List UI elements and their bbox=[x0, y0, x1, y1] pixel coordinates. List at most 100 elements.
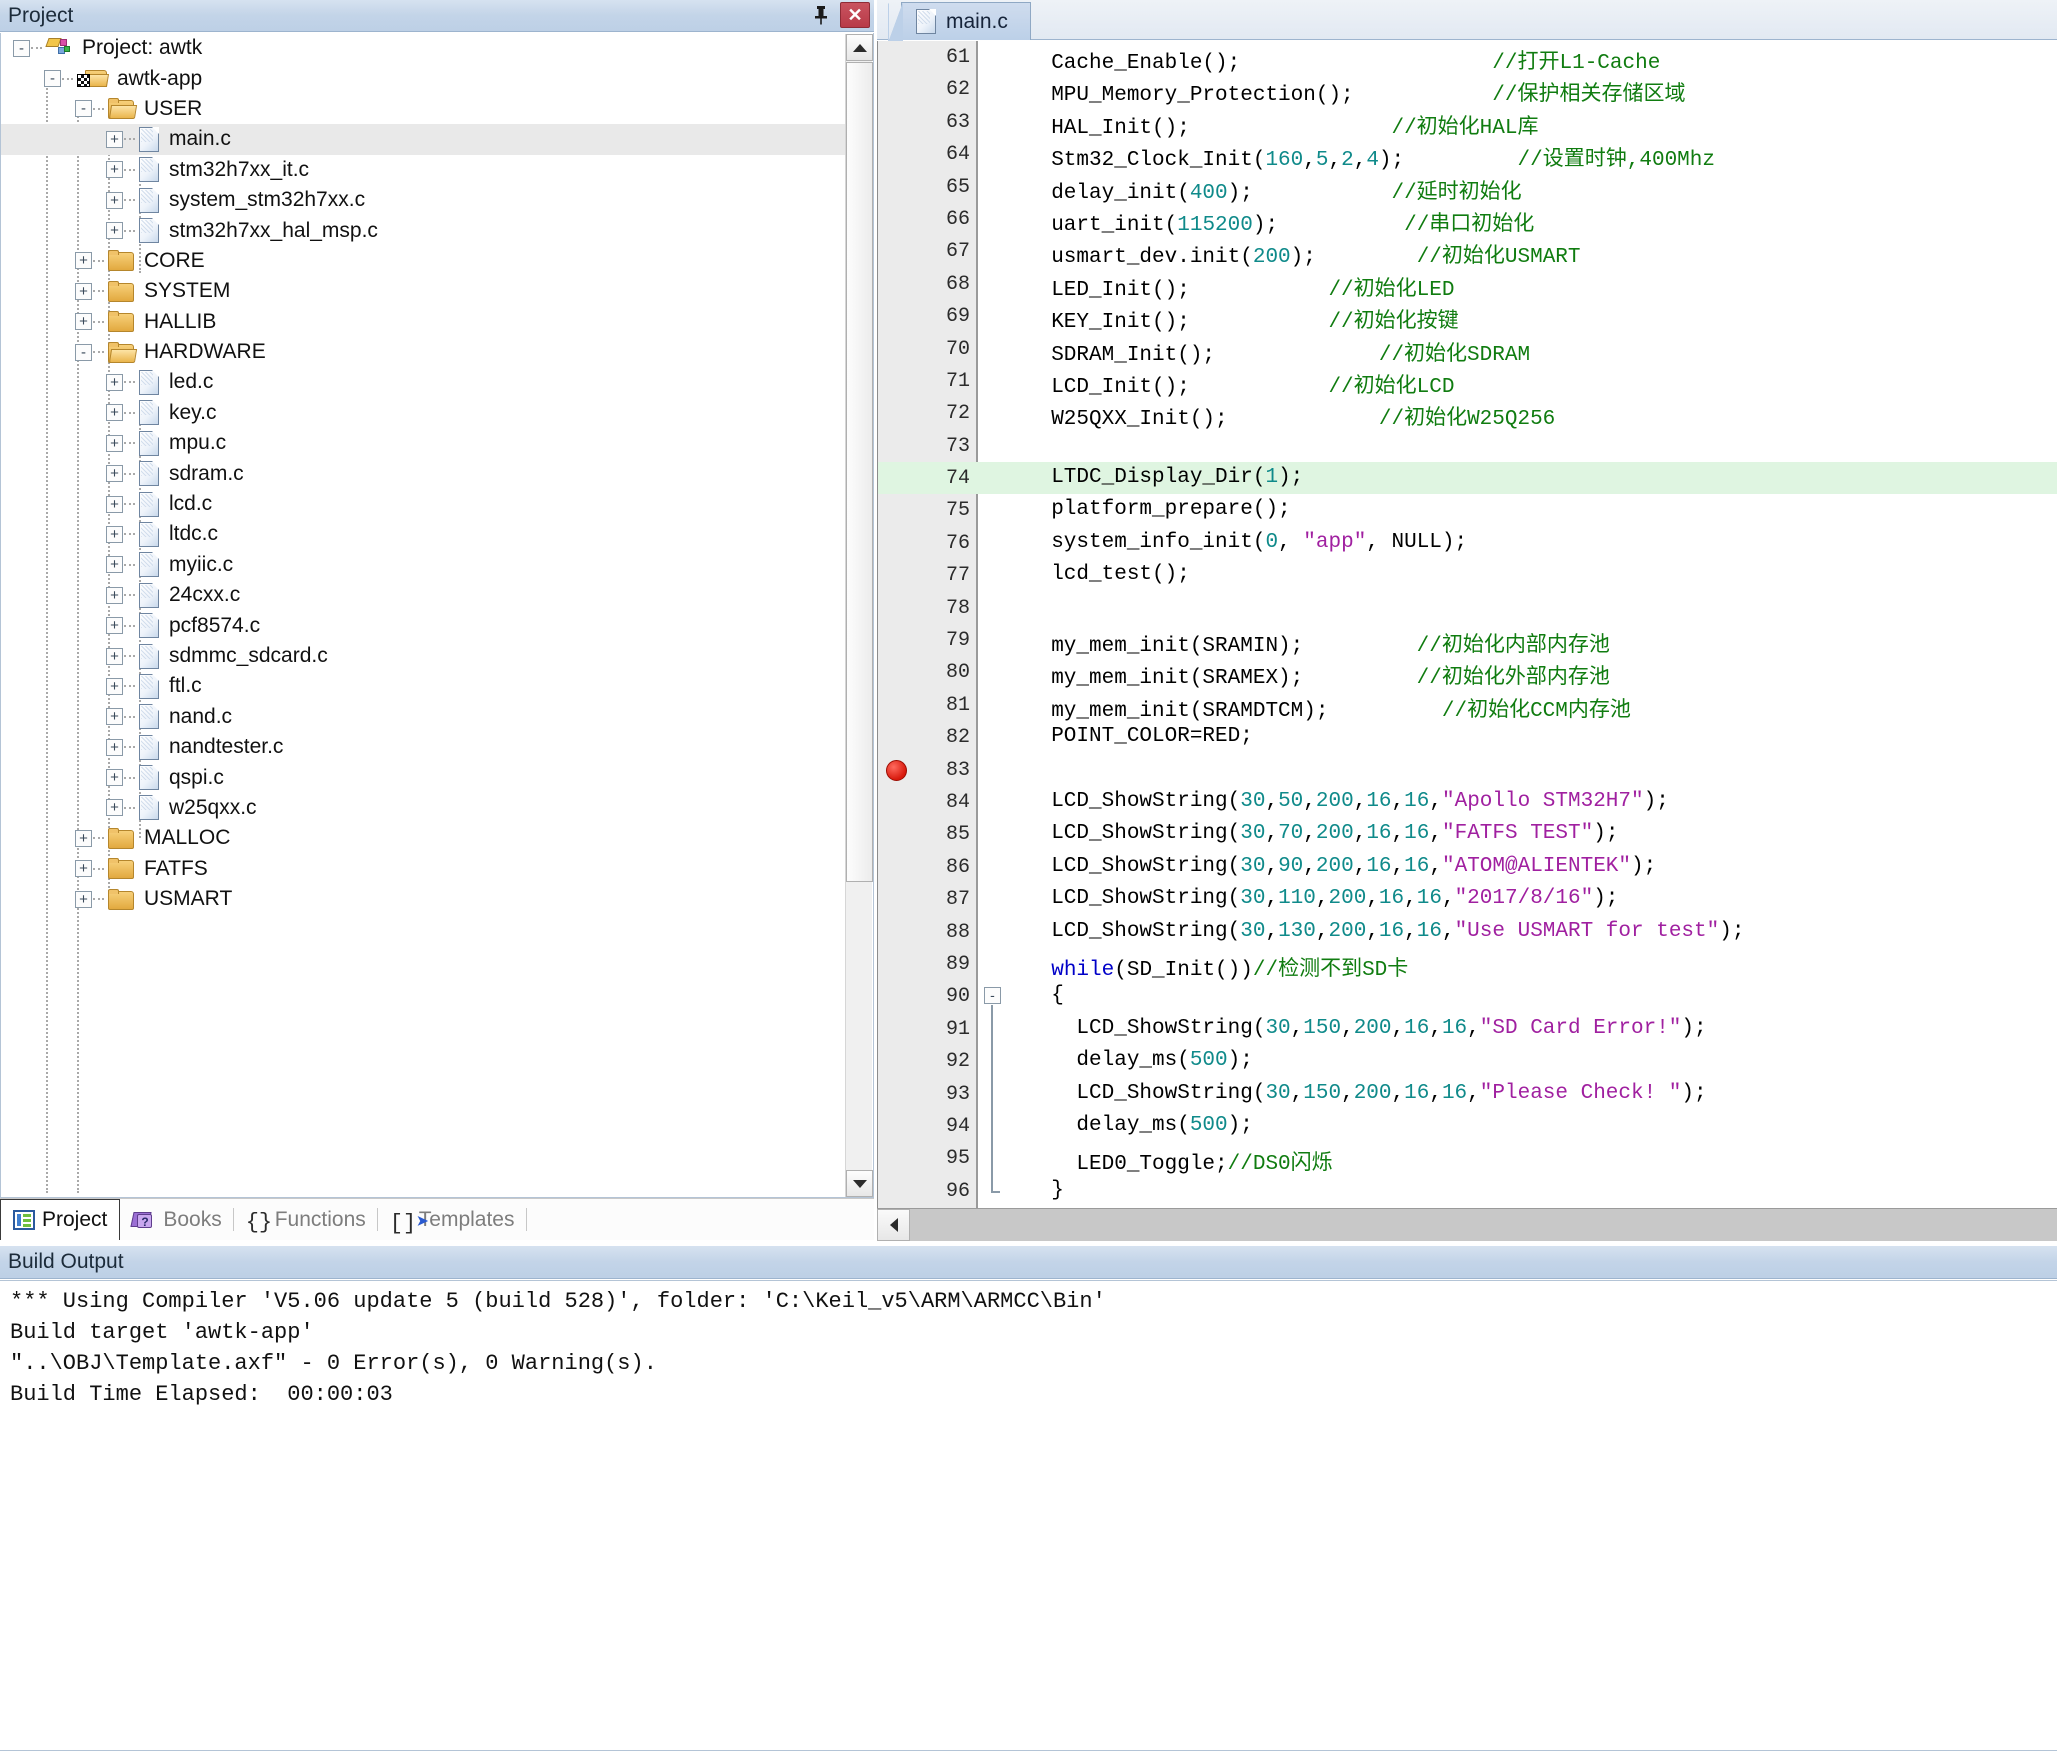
code-line[interactable]: 70 SDRAM_Init(); //初始化SDRAM bbox=[878, 333, 2057, 367]
pane-tab-functions[interactable]: {} Functions bbox=[234, 1199, 378, 1240]
tree-file-item[interactable]: + stm32h7xx_it.c bbox=[1, 155, 846, 185]
code-line[interactable]: 96 } bbox=[878, 1175, 2057, 1207]
code-line[interactable]: 87 LCD_ShowString(30,110,200,16,16,"2017… bbox=[878, 883, 2057, 915]
scroll-down-arrow-icon[interactable] bbox=[846, 1170, 873, 1197]
close-icon[interactable]: ✕ bbox=[840, 2, 870, 28]
code-line[interactable]: 79 my_mem_init(SRAMIN); //初始化内部内存池 bbox=[878, 624, 2057, 658]
editor-tab-main-c[interactable]: main.c bbox=[888, 2, 1031, 41]
code-line[interactable]: 93 LCD_ShowString(30,150,200,16,16,"Plea… bbox=[878, 1078, 2057, 1110]
code-editor[interactable]: 61 Cache_Enable(); //打开L1-Cache 62 MPU_Me… bbox=[877, 41, 2057, 1208]
expand-toggle-icon[interactable]: + bbox=[106, 617, 123, 635]
tree-folder-item[interactable]: + USMART bbox=[1, 884, 846, 914]
code-line[interactable]: 75 platform_prepare(); bbox=[878, 494, 2057, 526]
expand-toggle-icon[interactable]: + bbox=[106, 465, 123, 483]
project-tree[interactable]: - Project: awtk - awtk-app - USER + main.c + stm3… bbox=[1, 33, 846, 1196]
tree-file-item[interactable]: + system_stm32h7xx.c bbox=[1, 185, 846, 215]
editor-horizontal-scrollbar[interactable] bbox=[877, 1208, 2057, 1241]
tree-file-item[interactable]: + ltdc.c bbox=[1, 519, 846, 549]
breakpoint-marker[interactable] bbox=[886, 759, 907, 781]
tree-file-item[interactable]: + mpu.c bbox=[1, 428, 846, 458]
project-tree-scrollbar[interactable] bbox=[845, 34, 873, 1197]
tree-file-item[interactable]: + led.c bbox=[1, 367, 846, 397]
expand-toggle-icon[interactable]: + bbox=[106, 738, 123, 756]
tree-file-item[interactable]: + w25qxx.c bbox=[1, 793, 846, 823]
code-line[interactable]: 63 HAL_Init(); //初始化HAL库 bbox=[878, 106, 2057, 140]
code-line[interactable]: 78 bbox=[878, 592, 2057, 624]
code-line[interactable]: 67 usmart_dev.init(200); //初始化USMART bbox=[878, 235, 2057, 269]
tree-file-item[interactable]: + qspi.c bbox=[1, 762, 846, 792]
code-line[interactable]: 91 LCD_ShowString(30,150,200,16,16,"SD C… bbox=[878, 1013, 2057, 1045]
expand-toggle-icon[interactable]: + bbox=[106, 495, 123, 513]
tree-folder-item[interactable]: + HALLIB bbox=[1, 307, 846, 337]
expand-toggle-icon[interactable]: + bbox=[75, 829, 92, 847]
build-output-text[interactable]: *** Using Compiler 'V5.06 update 5 (buil… bbox=[0, 1280, 2057, 1751]
expand-toggle-icon[interactable]: + bbox=[75, 252, 92, 270]
expand-toggle-icon[interactable]: + bbox=[106, 647, 123, 665]
expand-toggle-icon[interactable]: + bbox=[75, 282, 92, 300]
code-line[interactable]: 74 LTDC_Display_Dir(1); bbox=[878, 462, 2057, 495]
expand-toggle-icon[interactable]: + bbox=[75, 313, 92, 331]
tree-file-item[interactable]: + nandtester.c bbox=[1, 732, 846, 762]
tree-file-item[interactable]: + stm32h7xx_hal_msp.c bbox=[1, 215, 846, 245]
expand-toggle-icon[interactable]: + bbox=[106, 769, 123, 787]
expand-toggle-icon[interactable]: + bbox=[75, 860, 92, 878]
code-line[interactable]: 81 my_mem_init(SRAMDTCM); //初始化CCM内存池 bbox=[878, 689, 2057, 723]
collapse-toggle-icon[interactable]: - bbox=[13, 39, 30, 57]
expand-toggle-icon[interactable]: + bbox=[106, 434, 123, 452]
expand-toggle-icon[interactable]: + bbox=[106, 404, 123, 422]
project-pane-tabs[interactable]: Project? Books{} Functions []➤ Templates bbox=[0, 1198, 874, 1240]
tree-folder-item[interactable]: + FATFS bbox=[1, 854, 846, 884]
code-line[interactable]: 86 LCD_ShowString(30,90,200,16,16,"ATOM@… bbox=[878, 851, 2057, 883]
code-line[interactable]: 61 Cache_Enable(); //打开L1-Cache bbox=[878, 41, 2057, 75]
scrollbar-thumb[interactable] bbox=[846, 62, 873, 882]
code-line[interactable]: -90 { bbox=[878, 980, 2057, 1012]
code-line[interactable]: 64 Stm32_Clock_Init(160,5,2,4); //设置时钟,4… bbox=[878, 138, 2057, 172]
code-line[interactable]: 68 LED_Init(); //初始化LED bbox=[878, 268, 2057, 302]
code-line[interactable]: 72 W25QXX_Init(); //初始化W25Q256 bbox=[878, 397, 2057, 431]
code-line[interactable]: 66 uart_init(115200); //串口初始化 bbox=[878, 203, 2057, 237]
tree-folder-item[interactable]: - HARDWARE bbox=[1, 337, 846, 367]
code-line[interactable]: 65 delay_init(400); //延时初始化 bbox=[878, 171, 2057, 205]
tree-folder-item[interactable]: - Project: awtk bbox=[1, 33, 846, 63]
expand-toggle-icon[interactable]: + bbox=[106, 556, 123, 574]
tree-folder-item[interactable]: + MALLOC bbox=[1, 823, 846, 853]
tree-file-item[interactable]: + pcf8574.c bbox=[1, 610, 846, 640]
code-line[interactable]: 73 bbox=[878, 430, 2057, 462]
tree-folder-item[interactable]: - awtk-app bbox=[1, 63, 846, 93]
scroll-left-arrow-icon[interactable] bbox=[877, 1209, 910, 1241]
expand-toggle-icon[interactable]: + bbox=[106, 525, 123, 543]
expand-toggle-icon[interactable]: + bbox=[106, 708, 123, 726]
expand-toggle-icon[interactable]: + bbox=[106, 191, 123, 209]
code-line[interactable]: 92 delay_ms(500); bbox=[878, 1045, 2057, 1077]
collapse-toggle-icon[interactable]: - bbox=[44, 70, 61, 88]
tree-file-item[interactable]: + main.c bbox=[1, 124, 846, 155]
tree-file-item[interactable]: + key.c bbox=[1, 398, 846, 428]
code-line[interactable]: 71 LCD_Init(); //初始化LCD bbox=[878, 365, 2057, 399]
pin-icon[interactable] bbox=[808, 2, 834, 28]
expand-toggle-icon[interactable]: + bbox=[75, 890, 92, 908]
code-line[interactable]: 84 LCD_ShowString(30,50,200,16,16,"Apoll… bbox=[878, 786, 2057, 818]
code-line[interactable]: 62 MPU_Memory_Protection(); //保护相关存储区域 bbox=[878, 73, 2057, 107]
pane-tab-project[interactable]: Project bbox=[0, 1199, 121, 1240]
pane-tab-templates[interactable]: []➤ Templates bbox=[378, 1199, 527, 1240]
code-line[interactable]: 76 system_info_init(0, "app", NULL); bbox=[878, 527, 2057, 559]
code-line[interactable]: 89 while(SD_Init())//检测不到SD卡 bbox=[878, 948, 2057, 982]
tree-file-item[interactable]: + sdmmc_sdcard.c bbox=[1, 641, 846, 671]
code-line[interactable]: 94 delay_ms(500); bbox=[878, 1110, 2057, 1142]
tree-file-item[interactable]: + ftl.c bbox=[1, 671, 846, 701]
collapse-toggle-icon[interactable]: - bbox=[75, 343, 92, 361]
code-line[interactable]: 85 LCD_ShowString(30,70,200,16,16,"FATFS… bbox=[878, 818, 2057, 850]
expand-toggle-icon[interactable]: + bbox=[106, 586, 123, 604]
tree-file-item[interactable]: + myiic.c bbox=[1, 550, 846, 580]
code-line[interactable]: 77 lcd_test(); bbox=[878, 559, 2057, 591]
expand-toggle-icon[interactable]: + bbox=[106, 677, 123, 695]
code-line[interactable]: 95 LED0_Toggle;//DS0闪烁 bbox=[878, 1142, 2057, 1176]
code-line[interactable]: 82 POINT_COLOR=RED; bbox=[878, 721, 2057, 753]
collapse-toggle-icon[interactable]: - bbox=[75, 100, 92, 118]
expand-toggle-icon[interactable]: + bbox=[106, 130, 123, 148]
tree-folder-item[interactable]: + CORE bbox=[1, 246, 846, 276]
tree-folder-item[interactable]: - USER bbox=[1, 94, 846, 124]
tree-file-item[interactable]: +24cxx.c bbox=[1, 580, 846, 610]
pane-tab-books[interactable]: ? Books bbox=[120, 1199, 234, 1240]
expand-toggle-icon[interactable]: + bbox=[106, 799, 123, 817]
